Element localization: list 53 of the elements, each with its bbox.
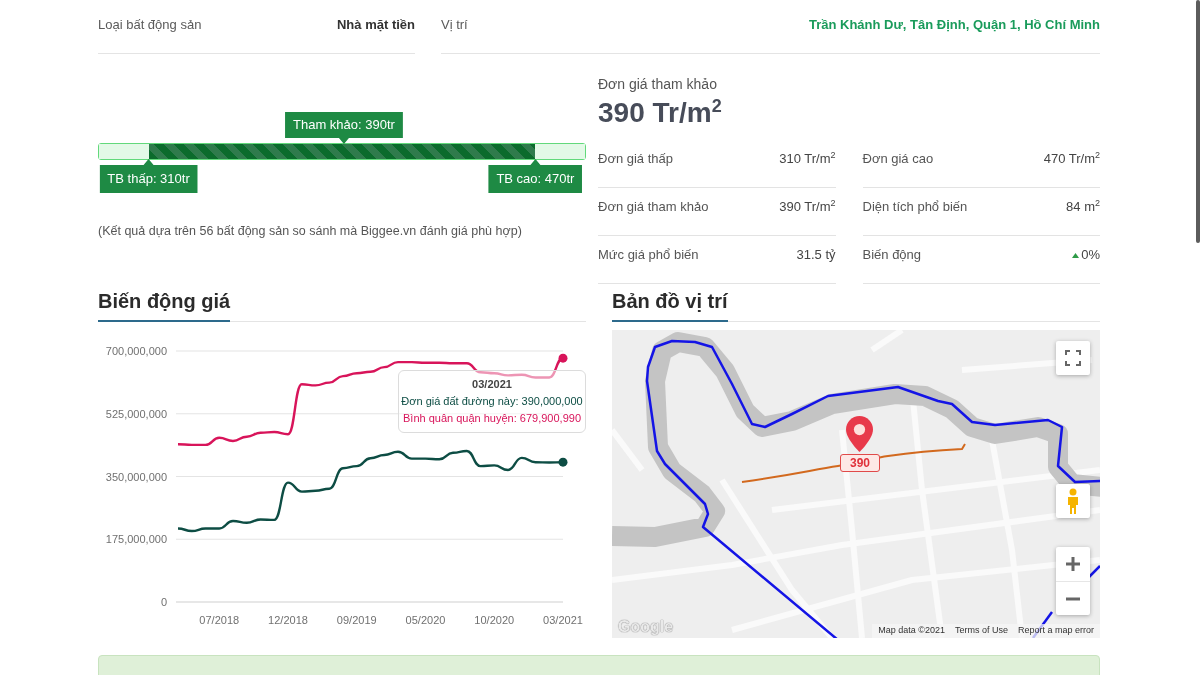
minus-icon (1065, 596, 1081, 601)
scrollbar-thumb[interactable] (1196, 0, 1200, 243)
section-title: Biến động giá (98, 289, 231, 322)
section-title: Bản đồ vị trí (612, 289, 728, 322)
field-label: Vị trí (441, 17, 468, 33)
y-axis-label: 525,000,000 (105, 407, 167, 420)
x-axis-label: 10/2020 (474, 614, 515, 626)
tooltip-value: Đơn giá đất đường này: 390,000,000 (401, 394, 583, 408)
stat-label: Biến động (862, 247, 922, 263)
tooltip-value: Bình quân quận huyện: 679,900,990 (403, 411, 581, 425)
reference-price-badge: Tham khảo: 390tr (285, 112, 403, 144)
x-axis-label: 12/2018 (268, 614, 308, 626)
field-value: Nhà mặt tiền (337, 17, 415, 33)
high-price-badge: TB cao: 470tr (488, 159, 583, 193)
stat-value: 0% (1081, 247, 1100, 263)
x-axis-label: 03/2021 (543, 614, 583, 626)
stat-label: Diện tích phổ biến (862, 199, 968, 215)
y-axis-label: 0 (160, 596, 167, 608)
reference-price-label: Đơn giá tham khảo (598, 76, 717, 92)
plus-icon (1065, 556, 1081, 572)
fullscreen-button[interactable] (1056, 341, 1090, 375)
low-price-badge: TB thấp: 310tr (99, 159, 198, 193)
stat-label: Đơn giá cao (862, 151, 934, 167)
field-value: Trần Khánh Dư, Tân Định, Quận 1, Hồ Chí Minh (808, 17, 1100, 33)
map-link[interactable]: Report a map error (1017, 625, 1094, 636)
stat-value: 310 Tr/m$^{2}$ (779, 151, 836, 167)
range-high-end-segment (535, 144, 585, 159)
x-axis-label: 05/2020 (405, 614, 446, 626)
x-axis-label: 09/2019 (336, 614, 377, 626)
reference-price-value: 390 Tr/m$^{2}$ (598, 96, 722, 130)
stat-value: 84 m$^{2}$ (1066, 199, 1100, 215)
y-axis-label: 700,000,000 (105, 345, 167, 357)
stat-label: Đơn giá thấp (598, 151, 674, 167)
trend-up-icon (1072, 252, 1080, 258)
hover-point-marker (558, 353, 568, 363)
y-axis-label: 175,000,000 (105, 533, 167, 546)
fullscreen-icon (1065, 350, 1081, 366)
field-label: Loại bất động sản (98, 17, 202, 33)
y-axis-label: 350,000,000 (105, 470, 167, 483)
result-note: (Kết quả dựa trên 56 bất động sản so sánh mà Biggee.vn đánh giá phù hợp) (98, 223, 523, 239)
price-marker-label[interactable]: 390 (840, 454, 881, 472)
map-pin-icon (846, 416, 873, 452)
map-data-text: Map data ©2021 (878, 625, 945, 636)
tooltip-date: 03/2021 (472, 377, 512, 391)
x-axis-label: 07/2018 (199, 614, 240, 626)
stat-value: 31.5 tỷ (796, 247, 836, 263)
person-icon (1066, 488, 1080, 514)
stat-label: Mức giá phổ biến (598, 247, 699, 263)
stat-label: Đơn giá tham khảo (598, 199, 709, 215)
stat-value: 470 Tr/m$^{2}$ (1043, 151, 1100, 167)
hover-point-marker (558, 457, 568, 467)
map-link[interactable]: Terms of Use (954, 625, 1008, 636)
stat-value: 390 Tr/m$^{2}$ (779, 199, 836, 215)
